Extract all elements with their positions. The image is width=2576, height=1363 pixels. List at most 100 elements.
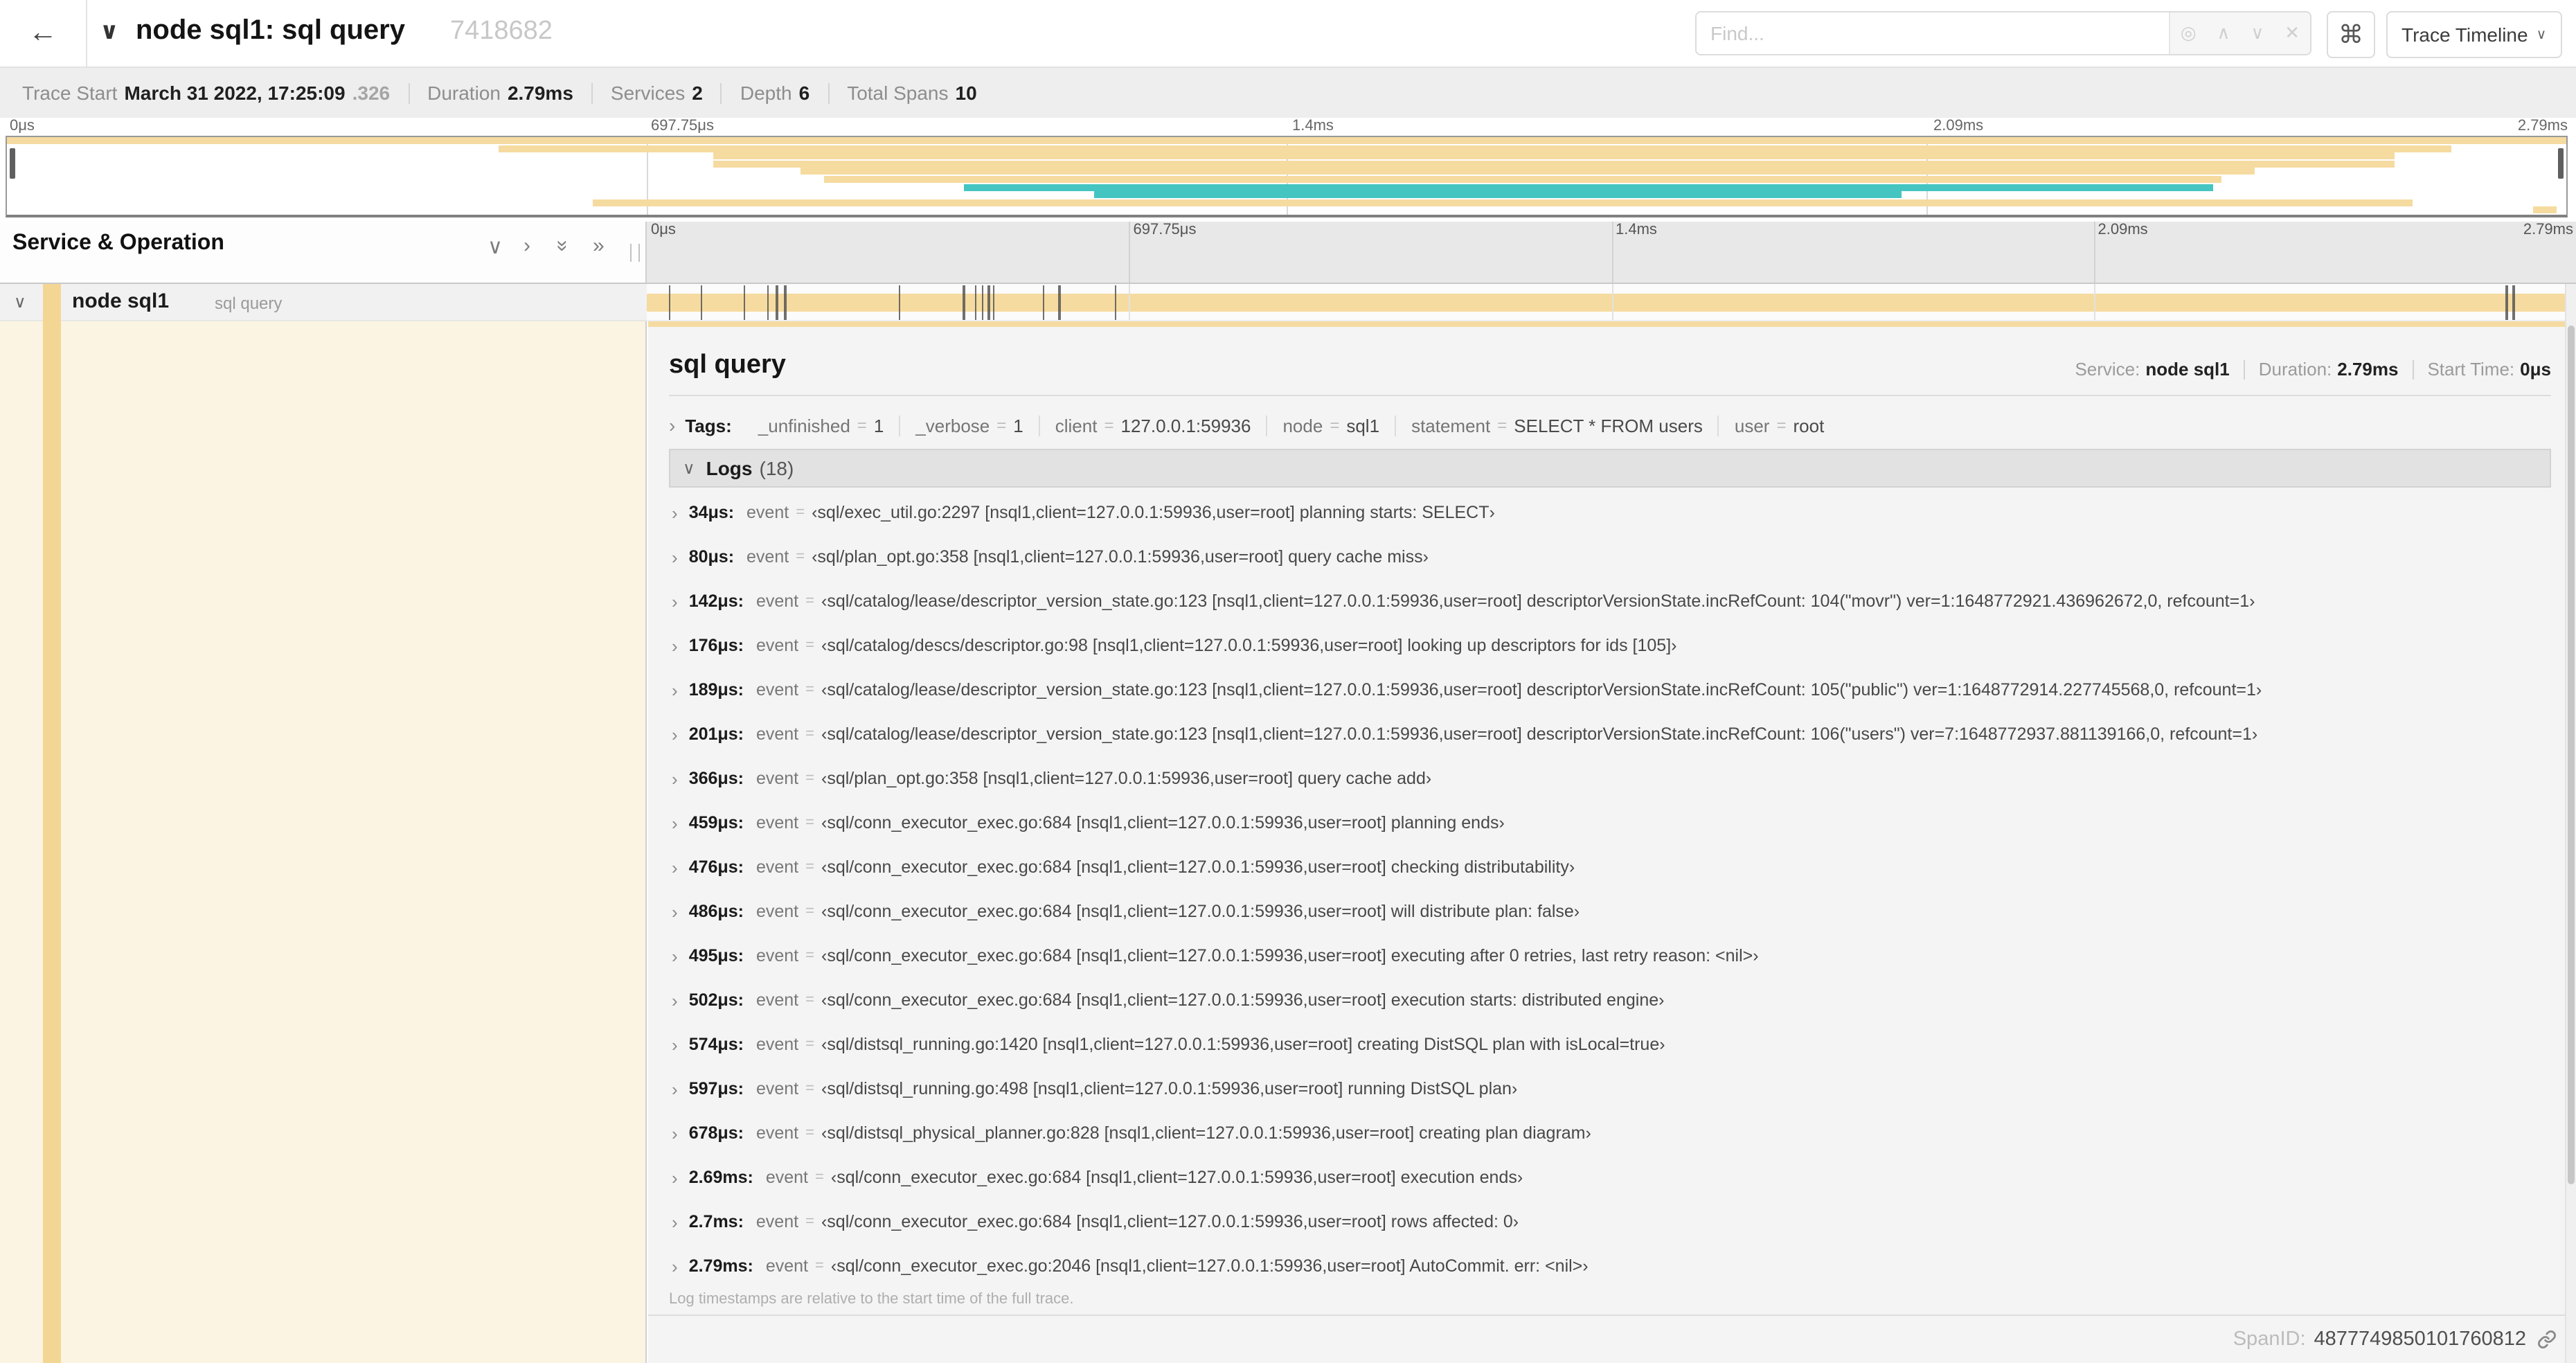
column-resizer-handle[interactable] [630,244,640,262]
tag-item[interactable]: statement = SELECT * FROM users [1395,415,1718,436]
deep-link-icon[interactable] [2537,1330,2557,1349]
tag-item[interactable]: client = 127.0.0.1:59936 [1038,415,1267,436]
log-marker-tick [700,285,703,320]
trace-stats-bar: Trace Start March 31 2022, 17:25:09 .326… [0,66,2576,118]
service-label: Service: [2075,359,2140,380]
log-entry[interactable]: › 366μs: event = ‹sql/plan_opt.go:358 [n… [669,756,2551,801]
start-time-value: 0μs [2520,359,2551,380]
timeline-minimap[interactable] [6,136,2568,217]
log-field-key: event [755,1123,799,1143]
log-entry[interactable]: › 574μs: event = ‹sql/distsql_running.go… [669,1022,2551,1067]
span-detail-panel: sql query Service: node sql1 Duration: 2… [648,321,2576,1363]
chevron-right-icon: › [672,1167,678,1188]
log-time: 142μs: [688,591,744,611]
tag-item[interactable]: user = root [1717,415,1839,436]
timeline-gridline [2093,284,2095,320]
logs-header[interactable]: ∨ Logs (18) [669,449,2551,488]
log-field-value: ‹sql/catalog/descs/descriptor.go:98 [nsq… [821,636,1677,655]
log-entry[interactable]: › 495μs: event = ‹sql/conn_executor_exec… [669,934,2551,978]
minimap-span-bar [964,184,2213,191]
chevron-right-icon: › [672,990,678,1010]
log-time: 502μs: [688,990,744,1010]
log-time: 486μs: [688,902,744,921]
log-marker-tick [974,285,977,320]
duration-label: Duration: [2258,359,2332,380]
log-field-key: event [765,1168,808,1187]
span-id-value: 4877749850101760812 [2314,1328,2526,1351]
service-color-stripe [43,321,61,1363]
equals-sign: = [805,1125,814,1141]
tick-label: 2.09ms [2098,222,2148,238]
equals-sign: = [815,1258,824,1274]
collapse-one-icon[interactable]: ∨ [488,234,503,259]
log-field-key: event [755,813,799,832]
detail-overview: Service: node sql1 Duration: 2.79ms Star… [2075,359,2551,380]
tag-item[interactable]: _unfinished = 1 [743,415,900,436]
log-entry[interactable]: › 189μs: event = ‹sql/catalog/lease/desc… [669,668,2551,712]
minimap-span-bar [800,168,2255,175]
keyboard-shortcuts-button[interactable]: ⌘ [2327,11,2375,58]
log-field-key: event [755,946,799,965]
log-entry[interactable]: › 176μs: event = ‹sql/catalog/descs/desc… [669,623,2551,668]
log-field-key: event [755,636,799,655]
trace-collapse-chevron-icon[interactable]: ∨ [100,18,119,46]
log-marker-tick [981,285,984,320]
equals-sign: = [815,1169,824,1186]
collapse-all-icon[interactable]: » [551,240,574,252]
minimap-tick-labels: 0μs 697.75μs 1.4ms 2.09ms 2.79ms [6,118,2570,136]
log-entry[interactable]: › 459μs: event = ‹sql/conn_executor_exec… [669,801,2551,845]
span-row: ∨ node sql1 sql query [0,284,2576,321]
timeline-gridline [1129,284,1131,320]
tags-row[interactable]: › Tags: _unfinished = 1 _verbose = 1 cli… [669,407,2551,443]
focus-match-icon[interactable]: ◎ [2181,22,2197,44]
span-operation-name: sql query [215,294,283,313]
find-input[interactable] [1697,12,2169,54]
scrollbar-thumb[interactable] [2568,326,2575,1184]
tag-item[interactable]: node = sql1 [1266,415,1395,436]
equals-sign: = [805,1080,814,1097]
depth-label: Depth [740,82,792,104]
log-entry[interactable]: › 2.69ms: event = ‹sql/conn_executor_exe… [669,1155,2551,1200]
expand-all-icon[interactable]: » [593,234,605,258]
chevron-right-icon: › [672,1256,678,1276]
chevron-right-icon: › [672,679,678,700]
log-entry[interactable]: › 34μs: event = ‹sql/exec_util.go:2297 [… [669,490,2551,535]
log-entry[interactable]: › 80μs: event = ‹sql/plan_opt.go:358 [ns… [669,535,2551,579]
minimap-left-drag-handle[interactable] [10,148,15,179]
log-entry[interactable]: › 2.79ms: event = ‹sql/conn_executor_exe… [669,1244,2551,1288]
log-marker-tick [987,285,990,320]
divider [408,82,410,103]
log-entry[interactable]: › 502μs: event = ‹sql/conn_executor_exec… [669,978,2551,1022]
prev-match-icon[interactable]: ∧ [2217,22,2230,44]
log-time: 366μs: [688,769,744,788]
back-button[interactable]: ← [0,0,87,66]
chevron-right-icon: › [672,1123,678,1143]
log-entry[interactable]: › 476μs: event = ‹sql/conn_executor_exec… [669,845,2551,889]
expand-one-icon[interactable]: › [524,234,530,258]
log-entry[interactable]: › 486μs: event = ‹sql/conn_executor_exec… [669,889,2551,934]
depth-value: 6 [798,82,810,104]
tags-list: _unfinished = 1 _verbose = 1 client = 12… [743,415,1840,436]
logs-label: Logs [706,457,753,479]
equals-sign: = [805,637,814,654]
log-entry[interactable]: › 2.7ms: event = ‹sql/conn_executor_exec… [669,1200,2551,1244]
tag-item[interactable]: _verbose = 1 [899,415,1038,436]
log-time: 574μs: [688,1035,744,1054]
command-icon: ⌘ [2338,20,2363,48]
vertical-scrollbar[interactable] [2565,284,2576,1363]
equals-sign: = [805,992,814,1008]
next-match-icon[interactable]: ∨ [2251,22,2264,44]
log-field-key: event [755,591,799,611]
trace-view-selector-button[interactable]: Trace Timeline ∨ [2386,11,2562,58]
log-entry[interactable]: › 142μs: event = ‹sql/catalog/lease/desc… [669,579,2551,623]
span-bar-row[interactable] [647,284,2576,321]
chevron-right-icon: › [672,635,678,656]
span-row-label[interactable]: ∨ node sql1 sql query [0,284,647,321]
log-time: 189μs: [688,680,744,700]
log-field-value: ‹sql/conn_executor_exec.go:684 [nsql1,cl… [821,946,1759,965]
log-entry[interactable]: › 597μs: event = ‹sql/distsql_running.go… [669,1067,2551,1111]
log-entry[interactable]: › 678μs: event = ‹sql/distsql_physical_p… [669,1111,2551,1155]
log-entry[interactable]: › 201μs: event = ‹sql/catalog/lease/desc… [669,712,2551,756]
clear-find-icon[interactable]: ✕ [2284,22,2300,44]
minimap-right-drag-handle[interactable] [2558,148,2564,179]
